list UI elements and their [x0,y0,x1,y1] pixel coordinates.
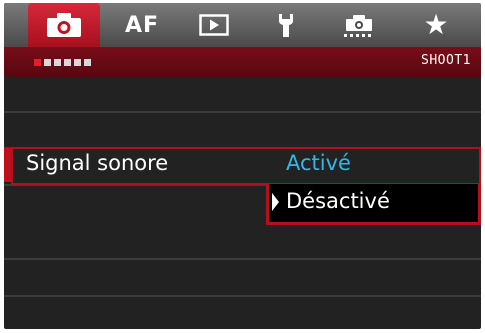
tab-shooting[interactable] [28,3,100,47]
wrench-icon [279,14,293,37]
tab-autofocus[interactable]: AF [112,3,172,47]
option-enable[interactable]: Activé [286,151,351,175]
tab-playback[interactable] [184,3,244,47]
custom-functions-icon [344,15,372,37]
page-dot [54,59,61,66]
tab-my-menu[interactable]: ★ [406,3,466,47]
playback-icon [199,14,229,36]
page-dot [84,59,91,66]
selection-cursor-icon [272,193,279,211]
setting-name: Signal sonore [26,151,169,175]
option-dropdown: Désactivé [266,184,481,225]
star-icon: ★ [423,8,449,41]
page-dot [44,59,51,66]
option-disable[interactable]: Désactivé [286,189,390,213]
page-label: SHOOT1 [421,53,471,68]
row-divider [4,111,481,113]
row-divider [4,258,481,260]
camera-icon [47,13,81,37]
setting-row-beep[interactable]: Signal sonore Activé [4,146,481,185]
page-dot [34,59,41,66]
page-dot [64,59,71,66]
page-dot [74,59,81,66]
tab-setup[interactable] [256,3,316,47]
selection-marker [4,148,11,182]
camera-menu-screen: AF ★ SHOOT1 Signal sonore Activé Désacti… [4,3,481,329]
menu-tab-bar: AF ★ [4,3,481,47]
tab-custom-functions[interactable] [326,3,392,47]
tab-af-label: AF [124,12,160,38]
page-indicator [34,59,91,66]
menu-page-bar: SHOOT1 [4,47,481,77]
row-divider [4,295,481,297]
